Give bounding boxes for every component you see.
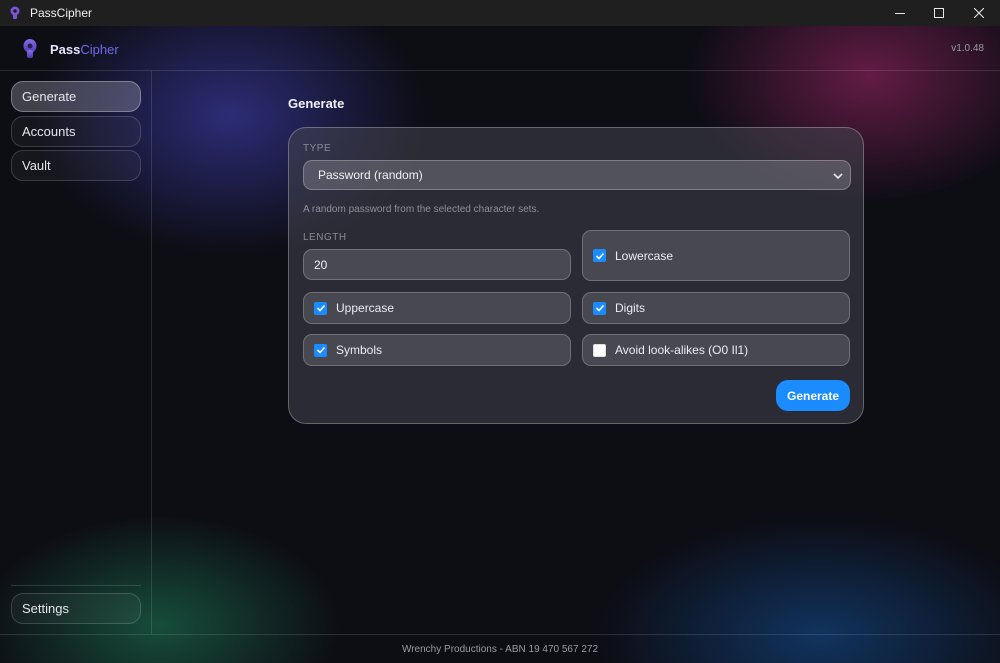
uppercase-option[interactable]: Uppercase <box>303 292 571 324</box>
uppercase-label: Uppercase <box>336 301 395 315</box>
app-name: PassCipher <box>50 42 119 57</box>
generate-button[interactable]: Generate <box>776 380 850 411</box>
type-select[interactable]: Password (random) <box>303 160 851 190</box>
check-icon <box>316 304 325 312</box>
app-logo-icon <box>8 6 22 20</box>
footer-text: Wrenchy Productions - ABN 19 470 567 272 <box>401 643 599 655</box>
avoid-lookalikes-option[interactable]: Avoid look-alikes (O0 Il1) <box>582 334 850 366</box>
check-icon <box>316 346 325 354</box>
page-title: Generate <box>288 96 345 111</box>
symbols-label: Symbols <box>336 343 383 357</box>
title-bar: PassCipher <box>0 0 1000 26</box>
sidebar-item-vault[interactable]: Vault <box>11 150 141 181</box>
app-name-part2: Cipher <box>80 41 119 57</box>
symbols-checkbox[interactable] <box>314 343 327 357</box>
sidebar-item-generate[interactable]: Generate <box>11 81 141 112</box>
type-hint: A random password from the selected char… <box>303 204 540 215</box>
type-select-value: Password (random) <box>318 168 423 182</box>
sidebar-divider <box>11 585 141 586</box>
symbols-option[interactable]: Symbols <box>303 334 571 366</box>
sidebar-item-settings[interactable]: Settings <box>11 593 141 624</box>
lowercase-label: Lowercase <box>615 248 674 263</box>
sidebar-item-accounts[interactable]: Accounts <box>11 116 141 147</box>
avoid-lookalikes-checkbox[interactable] <box>593 343 606 357</box>
sidebar: Generate Accounts Vault Settings <box>0 71 152 634</box>
close-icon[interactable] <box>956 0 1000 26</box>
app-name-part1: Pass <box>50 41 81 57</box>
generator-card: TYPE Password (random) A random password… <box>288 127 864 424</box>
digits-label: Digits <box>615 301 646 315</box>
version-label: v1.0.48 <box>951 43 984 54</box>
length-input[interactable]: 20 <box>303 249 571 280</box>
lowercase-checkbox[interactable] <box>593 249 606 262</box>
brand: PassCipher <box>22 38 119 60</box>
digits-option[interactable]: Digits <box>582 292 850 324</box>
lowercase-option[interactable]: Lowercase <box>582 230 850 281</box>
window-title: PassCipher <box>30 6 93 20</box>
avoid-lookalikes-label: Avoid look-alikes (O0 Il1) <box>615 343 749 357</box>
length-label: LENGTH <box>303 232 347 243</box>
app-logo-icon <box>22 38 38 60</box>
uppercase-checkbox[interactable] <box>314 301 327 315</box>
digits-checkbox[interactable] <box>593 301 606 315</box>
type-label: TYPE <box>303 143 332 154</box>
footer: Wrenchy Productions - ABN 19 470 567 272 <box>0 634 1000 663</box>
app-header: PassCipher v1.0.48 <box>0 26 1000 71</box>
check-icon <box>595 252 604 260</box>
chevron-down-icon <box>832 170 844 182</box>
check-icon <box>595 304 604 312</box>
